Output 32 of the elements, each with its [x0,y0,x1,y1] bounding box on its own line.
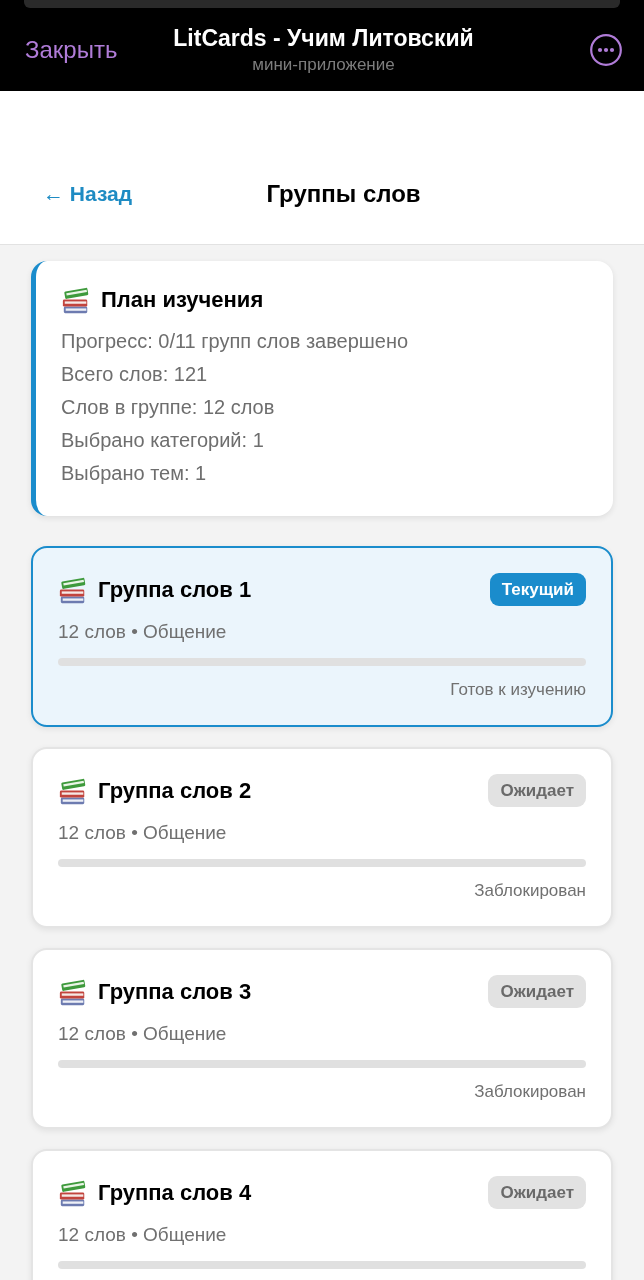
group-meta: 12 слов • Общение [58,821,228,845]
group-title: Группа слов 3 [98,977,252,1006]
close-button[interactable]: Закрыть [25,34,118,65]
group-status: Готов к изучению [449,679,586,701]
status-badge: Ожидает [488,975,586,1008]
page-title: Группы слов [266,179,421,209]
books-icon [61,285,91,315]
group-title: Группа слов 2 [98,776,252,805]
group-title: Группа слов 1 [98,575,252,604]
group-card[interactable]: Группа слов 4 Ожидает 12 слов • Общение [31,1149,613,1280]
group-meta: 12 слов • Общение [58,1022,228,1046]
group-title: Группа слов 4 [98,1178,252,1207]
plan-stat-text: Прогресс: 0/11 групп слов завершено [61,329,410,354]
status-badge: Ожидает [488,774,586,807]
status-badge: Текущий [489,573,586,606]
status-badge: Ожидает [488,1176,586,1209]
back-button[interactable]: ← Назад [43,180,133,208]
more-icon[interactable] [590,33,622,66]
plan-stat-text: Выбрано тем: 1 [61,461,208,486]
app-subtitle: мини-приложение [251,55,396,75]
plan-stat-text: Слов в группе: 12 слов [61,395,276,420]
group-meta: 12 слов • Общение [58,620,228,644]
group-meta: 12 слов • Общение [58,1223,228,1247]
group-card[interactable]: Группа слов 3 Ожидает 12 слов • Общение Заблокирован [31,948,613,1129]
plan-title: План изучения [101,286,264,314]
group-status: Заблокирован [473,1081,586,1103]
group-card[interactable]: Группа слов 2 Ожидает 12 слов • Общение Заблокирован [31,747,613,928]
group-status: Заблокирован [473,880,586,902]
app-title: LitCards - Учим Литовский [173,24,474,52]
plan-stat-text: Выбрано категорий: 1 [61,428,265,453]
plan-stat-text: Всего слов: 121 [61,362,209,387]
group-card[interactable]: Группа слов 1 Текущий 12 слов • Общение Готов к изучению [31,546,613,727]
